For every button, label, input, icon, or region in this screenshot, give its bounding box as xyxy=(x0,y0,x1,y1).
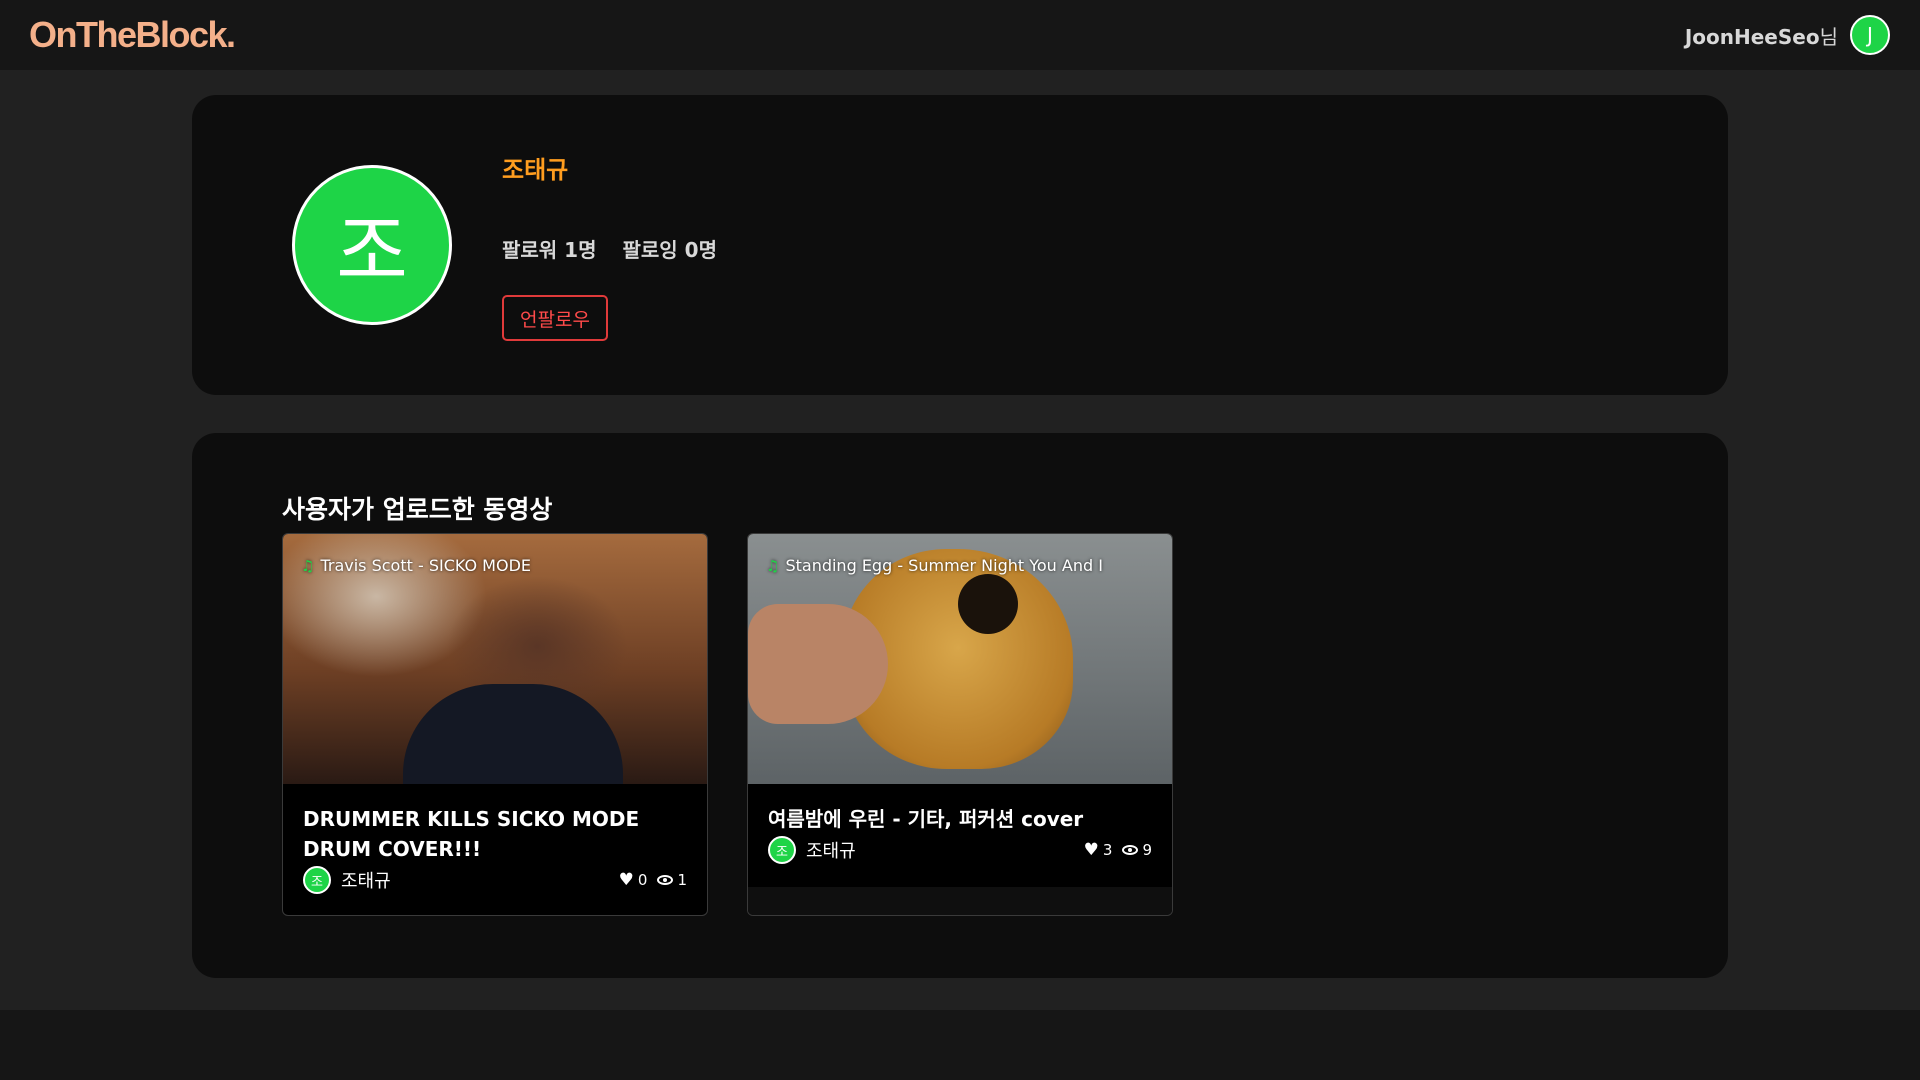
uploader-avatar: 조 xyxy=(303,866,331,894)
video-stats: ♥ 0 1 xyxy=(619,870,687,890)
video-meta: 조 조태규 ♥ 0 1 xyxy=(303,866,687,894)
video-thumbnail[interactable]: ♫ Travis Scott - SICKO MODE xyxy=(283,534,707,784)
uploader-name: 조태규 xyxy=(806,841,856,862)
top-navbar: OnTheBlock. JoonHeeSeo님 J xyxy=(0,0,1920,70)
like-count-value: 0 xyxy=(637,871,648,889)
song-label: ♫ Travis Scott - SICKO MODE xyxy=(301,556,531,575)
view-count: 1 xyxy=(657,871,687,889)
video-meta: 조 조태규 ♥ 3 9 xyxy=(768,836,1152,864)
song-name: Travis Scott - SICKO MODE xyxy=(320,556,531,575)
current-user-name: JoonHeeSeo님 xyxy=(1684,24,1838,49)
like-count-value: 3 xyxy=(1102,841,1113,859)
heart-icon: ♥ xyxy=(618,870,634,890)
current-user-avatar[interactable]: J xyxy=(1850,15,1890,55)
video-card[interactable]: ♫ Standing Egg - Summer Night You And I … xyxy=(747,533,1173,916)
video-thumbnail[interactable]: ♫ Standing Egg - Summer Night You And I xyxy=(748,534,1172,784)
uploader[interactable]: 조 조태규 xyxy=(303,866,391,894)
app-logo[interactable]: OnTheBlock. xyxy=(29,14,236,56)
eye-icon xyxy=(657,875,674,885)
following-count[interactable]: 팔로잉 0명 xyxy=(622,234,716,263)
view-count-value: 1 xyxy=(677,871,687,889)
song-name: Standing Egg - Summer Night You And I xyxy=(785,556,1103,575)
like-count: ♥ 3 xyxy=(1084,840,1113,860)
video-card[interactable]: ♫ Travis Scott - SICKO MODE DRUMMER KILL… xyxy=(282,533,708,916)
user-menu[interactable]: JoonHeeSeo님 J xyxy=(1685,15,1890,55)
profile-avatar: 조 xyxy=(292,165,452,325)
music-note-icon: ♫ xyxy=(766,556,780,575)
like-count: ♥ 0 xyxy=(619,870,648,890)
card-footer xyxy=(748,887,1172,915)
thumbnail-detail xyxy=(958,574,1018,634)
view-count: 9 xyxy=(1122,841,1152,859)
video-title[interactable]: 여름밤에 우린 - 기타, 퍼커션 cover xyxy=(768,804,1152,834)
uploader-name: 조태규 xyxy=(341,871,391,892)
profile-card: 조 조태규 팔로워 1명 팔로잉 0명 언팔로우 xyxy=(192,95,1728,395)
followers-count[interactable]: 팔로워 1명 xyxy=(502,234,596,263)
section-title: 사용자가 업로드한 동영상 xyxy=(282,495,553,524)
video-stats: ♥ 3 9 xyxy=(1084,840,1152,860)
song-label: ♫ Standing Egg - Summer Night You And I xyxy=(766,556,1103,575)
thumbnail-figure xyxy=(403,684,623,784)
footer-bar xyxy=(0,1010,1920,1080)
heart-icon: ♥ xyxy=(1083,840,1099,860)
video-title[interactable]: DRUMMER KILLS SICKO MODE DRUM COVER!!! xyxy=(303,804,687,864)
thumbnail-detail xyxy=(748,604,888,724)
uploader-avatar: 조 xyxy=(768,836,796,864)
music-note-icon: ♫ xyxy=(301,556,315,575)
view-count-value: 9 xyxy=(1142,841,1152,859)
uploader[interactable]: 조 조태규 xyxy=(768,836,856,864)
videos-card: 사용자가 업로드한 동영상 ♫ Travis Scott - SICKO MOD… xyxy=(192,433,1728,978)
unfollow-button[interactable]: 언팔로우 xyxy=(502,295,608,341)
follow-stats: 팔로워 1명 팔로잉 0명 xyxy=(502,234,717,263)
video-info: DRUMMER KILLS SICKO MODE DRUM COVER!!! 조… xyxy=(283,784,707,894)
eye-icon xyxy=(1122,845,1139,855)
video-info: 여름밤에 우린 - 기타, 퍼커션 cover 조 조태규 ♥ 3 9 xyxy=(748,784,1172,887)
profile-name: 조태규 xyxy=(502,156,569,184)
